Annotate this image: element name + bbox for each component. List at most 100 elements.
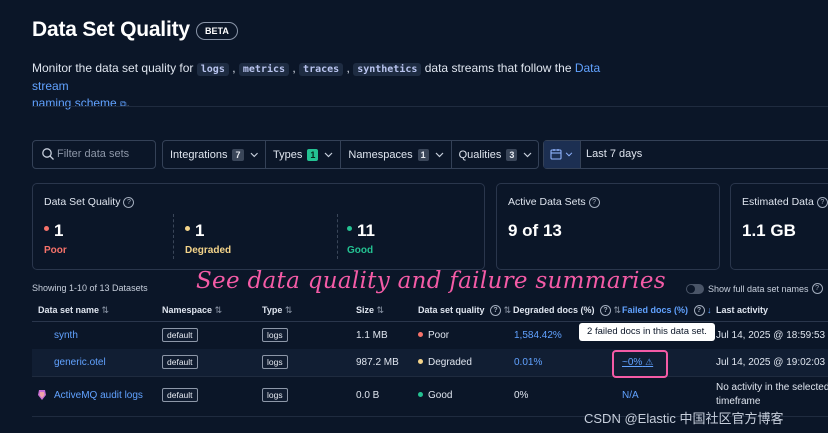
header-divider <box>32 106 828 107</box>
info-icon: ? <box>123 197 135 208</box>
estimated-data-title: Estimated Data? <box>742 196 828 208</box>
date-range-label: Last 7 days <box>586 148 643 160</box>
col-header-type[interactable]: Type ⇅ <box>262 305 292 316</box>
col-header-quality-text: Data set quality <box>418 305 485 315</box>
stream-code-synthetics: synthetics <box>353 63 422 76</box>
naming-scheme-link[interactable]: naming scheme <box>32 96 117 110</box>
chevron-down-icon <box>324 152 333 157</box>
col-header-degraded-text: Degraded docs (%) <box>513 305 595 315</box>
good-label: Good <box>347 245 374 256</box>
col-header-last-activity-text: Last activity <box>716 305 769 315</box>
col-header-size[interactable]: Size ⇅ <box>356 305 384 316</box>
integrations-filter[interactable]: Integrations 7 <box>163 141 266 168</box>
filter-group: Integrations 7 Types 1 Namespaces 1 Qual… <box>162 140 539 169</box>
sort-icon: ⇅ <box>376 305 385 315</box>
quality-text: Good <box>428 390 453 401</box>
dataset-name-link[interactable]: synth <box>54 330 78 341</box>
sort-icon: ⇅ <box>284 305 293 315</box>
date-quick-menu-button[interactable] <box>544 141 581 168</box>
quality-text: Degraded <box>428 357 472 368</box>
watermark: CSDN @Elastic 中国社区官方博客 <box>584 411 784 426</box>
poor-value: 1 <box>54 221 64 240</box>
namespaces-filter[interactable]: Namespaces 1 <box>341 141 452 168</box>
sort-icon: ⇅ <box>214 305 223 315</box>
active-data-sets-title: Active Data Sets? <box>508 196 600 208</box>
dataset-name-link[interactable]: ActiveMQ audit logs <box>54 390 143 401</box>
panel-divider <box>173 214 175 259</box>
beta-badge: BETA <box>196 22 238 40</box>
quality-dot <box>418 359 423 364</box>
failed-docs-cell: N/A <box>622 390 639 401</box>
active-data-sets-title-text: Active Data Sets <box>508 196 586 208</box>
stream-code-metrics: metrics <box>238 63 290 76</box>
namespaces-count: 1 <box>417 148 429 161</box>
good-dot <box>347 226 352 231</box>
type-tag: logs <box>262 328 288 342</box>
toggle-switch[interactable] <box>686 283 704 294</box>
last-activity-cell-line2: timeframe <box>716 396 761 407</box>
quality-cell: Degraded <box>418 357 472 368</box>
desc-mid: data streams that follow the <box>424 61 572 75</box>
col-header-failed-text: Failed docs (%) <box>622 305 689 315</box>
search-input[interactable]: Filter data sets <box>32 140 156 169</box>
date-picker[interactable]: Last 7 days <box>543 140 828 169</box>
sort-icon: ⇅ <box>503 305 512 315</box>
degraded-label: Degraded <box>185 245 232 256</box>
quality-dot <box>418 332 423 337</box>
types-label: Types <box>273 148 303 161</box>
calendar-icon <box>550 149 562 160</box>
estimated-data-value: 1.1 GB <box>742 221 796 240</box>
degraded-docs-cell: 0% <box>514 390 529 401</box>
qualities-label: Qualities <box>458 148 502 161</box>
search-icon <box>42 148 54 160</box>
info-icon: ? <box>600 305 612 316</box>
namespace-tag: default <box>162 388 198 402</box>
col-header-degraded[interactable]: Degraded docs (%) ? ⇅ <box>513 305 621 316</box>
quality-cell: Poor <box>418 330 449 341</box>
active-data-sets-panel: Active Data Sets? 9 of 13 <box>496 183 720 270</box>
degraded-docs-link[interactable]: 0.01% <box>514 357 542 368</box>
degraded-count: 1 <box>185 221 204 241</box>
desc-end: . <box>126 96 130 110</box>
last-activity-cell: No activity in the selected <box>716 382 828 393</box>
size-cell: 1.1 MB <box>356 330 388 341</box>
full-names-toggle[interactable]: Show full data set names ? <box>686 283 823 294</box>
col-header-name[interactable]: Data set name ⇅ <box>38 305 109 316</box>
quality-text: Poor <box>428 330 450 341</box>
quality-summary-title-text: Data Set Quality <box>44 196 121 208</box>
degraded-dot <box>185 226 190 231</box>
search-placeholder: Filter data sets <box>57 148 130 160</box>
quality-summary-title: Data Set Quality? <box>44 196 135 208</box>
quality-dot <box>418 392 423 397</box>
page-title: Data Set Quality <box>32 18 190 41</box>
col-header-size-text: Size <box>356 305 375 315</box>
desc-prefix: Monitor the data set quality for <box>32 61 194 75</box>
showing-count: Showing 1-10 of 13 Datasets <box>32 283 148 293</box>
degraded-docs-link[interactable]: 1,584.42% <box>514 330 562 341</box>
active-data-sets-value: 9 of 13 <box>508 221 562 240</box>
col-header-quality[interactable]: Data set quality ? ⇅ <box>418 305 511 316</box>
namespaces-label: Namespaces <box>348 148 413 161</box>
qualities-count: 3 <box>506 148 518 161</box>
types-count: 1 <box>307 148 319 161</box>
integrations-label: Integrations <box>170 148 228 161</box>
col-header-namespace[interactable]: Namespace ⇅ <box>162 305 222 316</box>
namespace-tag: default <box>162 328 198 342</box>
col-header-last-activity[interactable]: Last activity <box>716 305 768 315</box>
stream-code-logs: logs <box>196 63 229 76</box>
col-header-type-text: Type <box>262 305 283 315</box>
types-filter[interactable]: Types 1 <box>266 141 342 168</box>
info-icon: ? <box>490 305 502 316</box>
info-icon: ? <box>811 283 823 294</box>
good-count: 11 <box>347 221 375 241</box>
poor-label: Poor <box>44 245 67 256</box>
info-icon: ? <box>588 197 600 208</box>
overlay-caption: See data quality and failure summaries <box>196 268 666 294</box>
col-header-failed[interactable]: Failed docs (%) ? ↓ <box>622 305 712 316</box>
last-activity-cell: Jul 14, 2025 @ 18:59:53 <box>716 330 826 341</box>
dataset-name-link[interactable]: generic.otel <box>54 357 106 368</box>
namespace-tag: default <box>162 355 198 369</box>
activemq-icon <box>38 390 46 400</box>
type-tag: logs <box>262 355 288 369</box>
qualities-filter[interactable]: Qualities 3 <box>452 141 540 168</box>
